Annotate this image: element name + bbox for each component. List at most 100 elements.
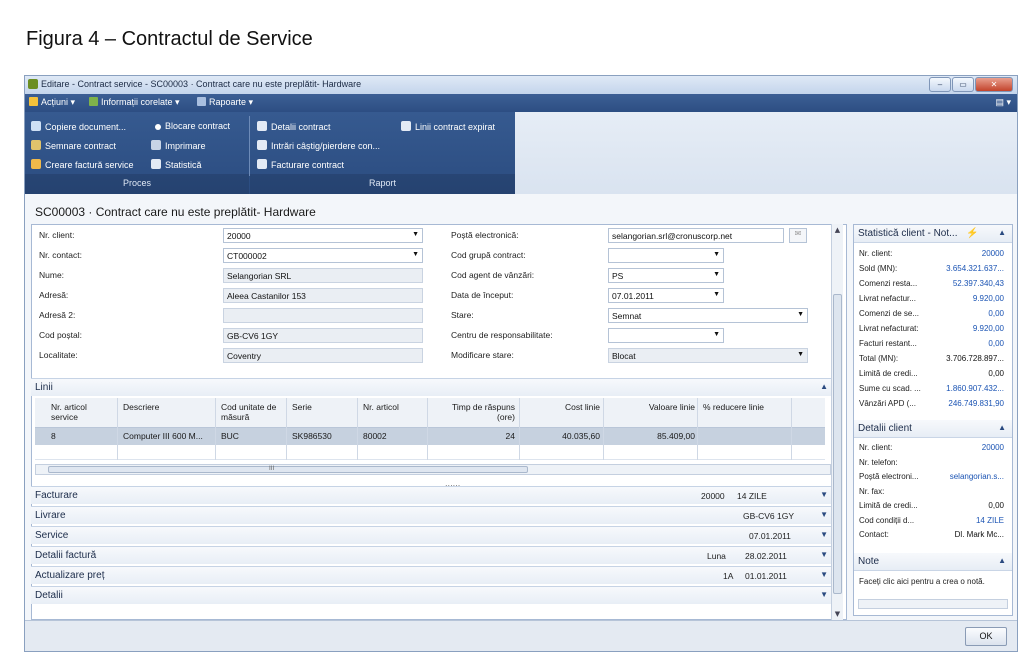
nr-contact-field[interactable]: CT000002 ▼ — [223, 248, 423, 263]
menu-reports[interactable]: Rapoarte ▾ — [197, 97, 253, 108]
maximize-button[interactable]: ▭ — [952, 77, 974, 92]
minimize-button[interactable]: – — [929, 77, 951, 92]
chevron-down-icon[interactable]: ▼ — [820, 550, 828, 559]
chevron-down-icon: ▼ — [797, 311, 804, 318]
report-icon — [257, 159, 267, 169]
factbox_client-value[interactable]: selangorian.s... — [950, 472, 1004, 481]
contract-details-button[interactable]: Detalii contract — [257, 121, 331, 132]
chevron-down-icon[interactable]: ▼ — [820, 530, 828, 539]
chevron-up-icon[interactable]: ▲ — [998, 556, 1006, 565]
ok-button[interactable]: OK — [965, 627, 1007, 646]
section-service[interactable]: Service 07.01.2011 ▼ — [31, 526, 834, 544]
table-row-empty[interactable] — [35, 445, 825, 460]
col-timp-raspuns[interactable]: Timp de răspuns (ore) — [435, 402, 515, 422]
section-detalii[interactable]: Detalii ▼ — [31, 586, 834, 604]
scroll-down-icon[interactable]: ▼ — [833, 610, 842, 618]
factbox-horizontal-scrollbar[interactable] — [858, 599, 1008, 609]
factbox_stats-value[interactable]: 0,00 — [988, 339, 1004, 348]
factbox_stats-value[interactable]: 246.749.831,90 — [948, 399, 1004, 408]
col-nr-articol-service[interactable]: Nr. articol service — [51, 402, 113, 422]
factbox_stats-label: Sold (MN): — [859, 264, 898, 273]
factbox-stats-header[interactable]: Statistică client - Not... ⚡ ▲ — [854, 225, 1012, 243]
factbox_stats-value[interactable]: 52.397.340,43 — [953, 279, 1004, 288]
gain-loss-entries-button[interactable]: Intrări câștig/pierdere con... — [257, 140, 380, 151]
cell-valoare-linie: 85.409,00 — [657, 431, 695, 441]
data-inceput-field[interactable]: 07.01.2011 ▼ — [608, 288, 724, 303]
nr-client-field[interactable]: 20000 ▼ — [223, 228, 423, 243]
col-reducere-linie[interactable]: % reducere linie — [703, 402, 764, 412]
report-icon — [257, 140, 267, 150]
chevron-up-icon[interactable]: ▲ — [998, 423, 1006, 432]
chevron-down-icon[interactable]: ▼ — [820, 510, 828, 519]
stare-field[interactable]: Semnat ▼ — [608, 308, 808, 323]
chevron-down-icon[interactable]: ▼ — [820, 490, 828, 499]
statistics-button[interactable]: Statistică — [151, 159, 202, 170]
table-row[interactable]: 8 Computer III 600 M... BUC SK986530 800… — [35, 428, 825, 445]
col-valoare-linie[interactable]: Valoare linie — [615, 402, 695, 412]
factbox_stats-value[interactable]: 1.860.907.432... — [946, 384, 1004, 393]
chevron-up-icon[interactable]: ▲ — [820, 382, 828, 391]
cod-grupa-field[interactable]: ▼ — [608, 248, 724, 263]
col-descriere[interactable]: Descriere — [123, 402, 159, 412]
col-cod-unitate[interactable]: Cod unitate de măsură — [221, 402, 281, 422]
factbox_stats-value[interactable]: 3.654.321.637... — [946, 264, 1004, 273]
menu-related-info[interactable]: Informații corelate ▾ — [89, 97, 180, 108]
scroll-thumb[interactable] — [833, 294, 842, 594]
factbox_stats-value[interactable]: 3.706.728.897... — [946, 354, 1004, 363]
localitate-field: Coventry — [223, 348, 423, 363]
menu-actions[interactable]: Acțiuni ▾ — [29, 97, 75, 108]
email-field[interactable]: selangorian.srl@cronuscorp.net — [608, 228, 784, 243]
factbox_client-value[interactable]: 20000 — [982, 443, 1004, 452]
pen-icon — [31, 140, 41, 150]
section-value: 1A — [723, 571, 734, 581]
close-button[interactable]: ✕ — [975, 77, 1013, 92]
copy-document-button[interactable]: Copiere document... — [31, 121, 126, 132]
section-livrare[interactable]: Livrare GB-CV6 1GY ▼ — [31, 506, 834, 524]
lines-horizontal-scrollbar[interactable]: III — [35, 464, 831, 475]
factbox_stats-value[interactable]: 20000 — [982, 249, 1004, 258]
factbox_stats-value[interactable]: 0,00 — [988, 309, 1004, 318]
chevron-down-icon: ▼ — [412, 251, 419, 258]
status-bar: OK — [25, 620, 1017, 651]
modificare-field[interactable]: Blocat ▼ — [608, 348, 808, 363]
create-note-link[interactable]: Faceți clic aici pentru a crea o notă. — [859, 577, 985, 586]
contract-invoicing-button[interactable]: Facturare contract — [257, 159, 344, 170]
section-value: 01.01.2011 — [745, 571, 787, 581]
factbox_client-value[interactable]: 0,00 — [988, 501, 1004, 510]
factbox_stats-value[interactable]: 0,00 — [988, 369, 1004, 378]
col-serie[interactable]: Serie — [292, 402, 312, 412]
scroll-thumb[interactable]: III — [48, 465, 528, 473]
expired-contract-lines-button[interactable]: Linii contract expirat — [401, 121, 495, 132]
factbox-notes-header[interactable]: Note ▲ — [854, 553, 1012, 571]
factbox_stats-value[interactable]: 9.920,00 — [973, 294, 1004, 303]
chevron-down-icon: ▼ — [713, 331, 720, 338]
section-facturare[interactable]: Facturare 20000 14 ZILE ▼ — [31, 486, 834, 504]
lines-section-header[interactable]: Linii ▲ — [31, 378, 834, 396]
factbox_stats-value[interactable]: 9.920,00 — [973, 324, 1004, 333]
centru-field[interactable]: ▼ — [608, 328, 724, 343]
view-options-menu[interactable]: ▤ ▾ — [995, 97, 1011, 108]
print-button[interactable]: Imprimare — [151, 140, 206, 151]
lightning-icon[interactable]: ⚡ — [966, 228, 978, 239]
column-divider — [286, 398, 287, 460]
block-contract-button[interactable]: Blocare contract — [155, 121, 230, 131]
factbox_client-value[interactable]: Dl. Mark Mc... — [955, 530, 1004, 539]
create-service-invoice-button[interactable]: Creare factură service — [31, 159, 134, 170]
scroll-up-icon[interactable]: ▲ — [833, 226, 842, 234]
factbox-client-header[interactable]: Detalii client ▲ — [854, 420, 1012, 438]
chevron-down-icon[interactable]: ▼ — [820, 590, 828, 599]
section-actualizare-pret[interactable]: Actualizare preț 1A 01.01.2011 ▼ — [31, 566, 834, 584]
sign-contract-button[interactable]: Semnare contract — [31, 140, 116, 151]
column-divider — [697, 398, 698, 460]
main-vertical-scrollbar[interactable]: ▲ ▼ — [831, 224, 843, 620]
email-send-icon[interactable]: ✉ — [789, 228, 807, 243]
chevron-up-icon[interactable]: ▲ — [998, 228, 1006, 237]
factbox_stats-label: Livrat nefacturat: — [859, 324, 919, 333]
col-cost-linie[interactable]: Cost linie — [530, 402, 600, 412]
cod-agent-field[interactable]: PS ▼ — [608, 268, 724, 283]
lightning-icon — [29, 97, 38, 106]
col-nr-articol[interactable]: Nr. articol — [363, 402, 399, 412]
section-detalii-factura[interactable]: Detalii factură Luna 28.02.2011 ▼ — [31, 546, 834, 564]
chevron-down-icon[interactable]: ▼ — [820, 570, 828, 579]
factbox_client-value[interactable]: 14 ZILE — [976, 516, 1004, 525]
